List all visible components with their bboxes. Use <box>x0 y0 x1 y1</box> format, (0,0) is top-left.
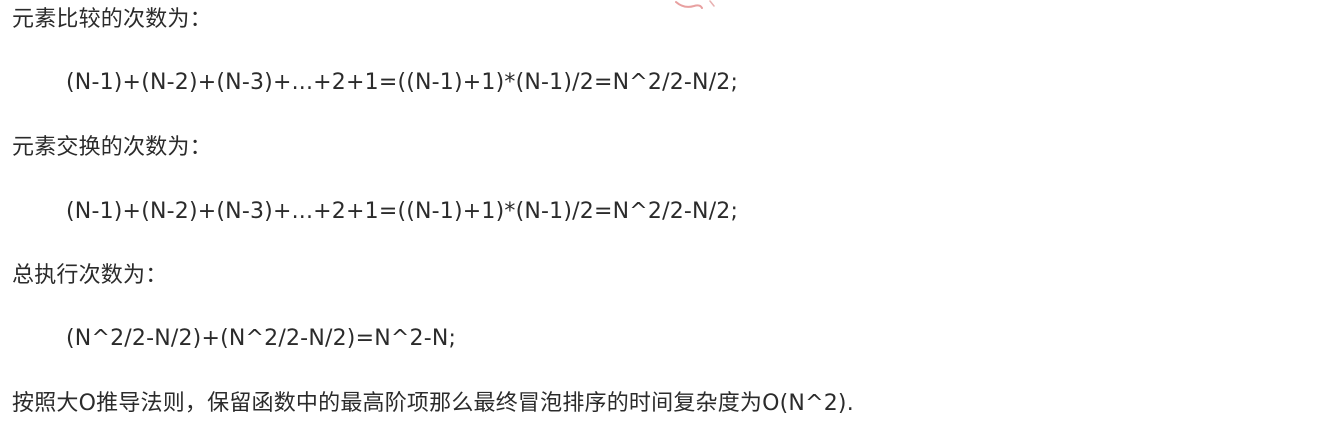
total-count-heading: 总执行次数为： <box>12 263 168 288</box>
compare-count-heading: 元素比较的次数为： <box>12 7 212 32</box>
swap-count-heading: 元素交换的次数为： <box>12 135 212 160</box>
red-pen-mark <box>675 0 715 9</box>
total-count-formula: (N^2/2-N/2)+(N^2/2-N/2)=N^2-N; <box>66 326 457 351</box>
swap-count-formula: (N-1)+(N-2)+(N-3)+...+2+1=((N-1)+1)*(N-1… <box>66 199 739 224</box>
complexity-conclusion: 按照大O推导法则，保留函数中的最高阶项那么最终冒泡排序的时间复杂度为O(N^2)… <box>12 391 854 416</box>
compare-count-formula: (N-1)+(N-2)+(N-3)+...+2+1=((N-1)+1)*(N-1… <box>66 70 739 95</box>
document-content: 元素比较的次数为： (N-1)+(N-2)+(N-3)+...+2+1=((N-… <box>0 0 1341 446</box>
